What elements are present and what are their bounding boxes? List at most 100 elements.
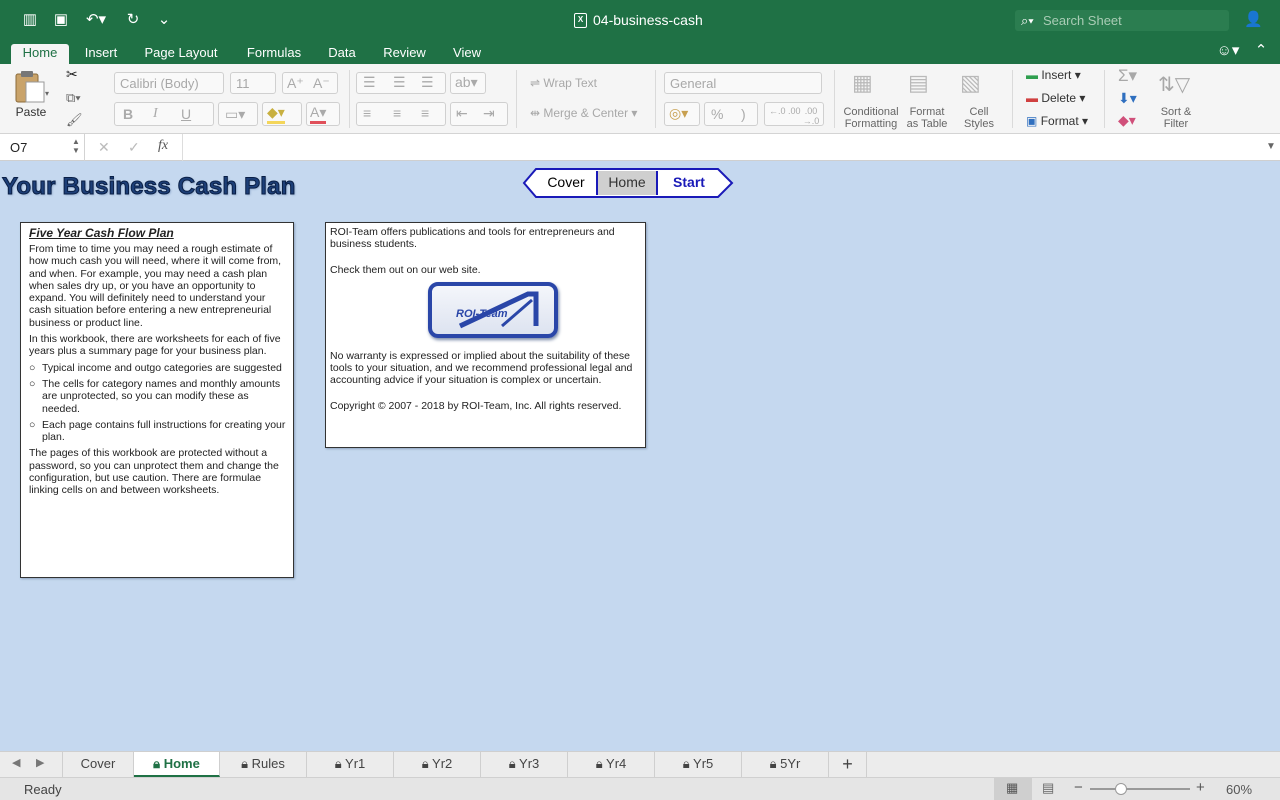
- clear-icon[interactable]: ◆▾: [1118, 112, 1136, 129]
- align-center-icon[interactable]: ≡: [393, 105, 401, 121]
- fill-color-swatch: [267, 121, 285, 124]
- copyright-text: Copyright © 2007 - 2018 by ROI-Team, Inc…: [330, 399, 622, 412]
- customize-toolbar-icon[interactable]: ⌄: [155, 11, 173, 29]
- percent-button[interactable]: %: [711, 106, 723, 122]
- font-size-select[interactable]: 11: [230, 72, 276, 94]
- orientation-button[interactable]: ab▾: [450, 72, 486, 94]
- tab-data[interactable]: Data: [322, 44, 362, 64]
- cancel-formula-icon[interactable]: ✕: [98, 139, 110, 156]
- paste-button[interactable]: ▾: [12, 70, 52, 104]
- nav-cover-button[interactable]: Cover: [536, 170, 596, 196]
- lock-icon: 🔒︎: [595, 756, 603, 771]
- insert-function-button[interactable]: fx: [158, 138, 168, 154]
- increase-decimal-icon[interactable]: ←.0 .00: [769, 106, 801, 116]
- sheet-tab-rules[interactable]: 🔒︎ Rules: [220, 752, 307, 777]
- sheet-tab-yr5[interactable]: 🔒︎ Yr5: [655, 752, 742, 777]
- cut-icon[interactable]: ✂: [66, 66, 78, 83]
- align-bottom-icon[interactable]: ☰: [421, 74, 434, 91]
- scroll-tabs-left-icon[interactable]: ◀: [12, 756, 20, 769]
- smiley-feedback-icon[interactable]: ☺▾: [1213, 42, 1243, 60]
- zoom-out-button[interactable]: −: [1074, 779, 1083, 796]
- decrease-indent-icon[interactable]: ⇤: [456, 105, 468, 122]
- italic-button[interactable]: I: [153, 106, 158, 122]
- tab-home[interactable]: Home: [11, 44, 69, 64]
- list-item-text: The cells for category names and monthly…: [42, 377, 281, 415]
- bold-button[interactable]: B: [123, 106, 133, 122]
- redo-icon[interactable]: ↻: [124, 11, 142, 29]
- font-color-button[interactable]: A▾: [306, 102, 340, 126]
- increase-indent-icon[interactable]: ⇥: [483, 105, 495, 122]
- tab-formulas[interactable]: Formulas: [240, 44, 308, 64]
- nav-start-button[interactable]: Start: [658, 170, 720, 196]
- zoom-in-button[interactable]: +: [1196, 779, 1205, 796]
- collapse-ribbon-icon[interactable]: ⌃: [1252, 42, 1270, 60]
- align-left-icon[interactable]: ≡: [363, 105, 371, 121]
- normal-view-button[interactable]: ▦: [994, 778, 1032, 800]
- confirm-formula-icon[interactable]: ✓: [128, 139, 140, 156]
- format-painter-icon[interactable]: 🖌: [66, 112, 83, 128]
- cell-styles-button[interactable]: Cell Styles: [956, 106, 1002, 130]
- tab-page-layout[interactable]: Page Layout: [137, 44, 225, 64]
- sheet-tab-yr3[interactable]: 🔒︎ Yr3: [481, 752, 568, 777]
- fill-icon[interactable]: ⬇▾: [1118, 90, 1137, 107]
- delete-button[interactable]: ▬ Delete ▾: [1026, 91, 1085, 105]
- panel-paragraph: Check them out on our web site.: [330, 263, 481, 276]
- undo-icon[interactable]: ↶▾: [83, 11, 109, 29]
- share-user-icon[interactable]: 👤: [1244, 11, 1263, 29]
- font-size-grow-shrink[interactable]: A⁺ A⁻: [282, 72, 338, 94]
- insert-button[interactable]: ▬ Insert ▾: [1026, 68, 1081, 82]
- search-icon: ⌕▾: [1021, 13, 1034, 28]
- zoom-level[interactable]: 60%: [1226, 782, 1252, 797]
- sheet-tab-5yr[interactable]: 🔒︎ 5Yr: [742, 752, 829, 777]
- font-name-select[interactable]: Calibri (Body): [114, 72, 224, 94]
- page-layout-view-icon[interactable]: ▤: [1042, 780, 1054, 796]
- name-box[interactable]: O7 ▲ ▼: [0, 134, 85, 161]
- wrap-text-button[interactable]: ⇌ Wrap Text: [530, 76, 597, 90]
- accounting-format-button[interactable]: ◎▾: [664, 102, 700, 126]
- align-right-icon[interactable]: ≡: [421, 105, 429, 121]
- increase-font-icon[interactable]: A⁺: [287, 75, 304, 92]
- format-as-table-button[interactable]: Format as Table: [904, 106, 950, 130]
- fill-color-button[interactable]: ◆▾: [262, 102, 302, 126]
- borders-button[interactable]: ▭▾: [218, 102, 258, 126]
- tab-review[interactable]: Review: [377, 44, 432, 64]
- sidebar-toggle-icon[interactable]: ▥: [21, 11, 39, 29]
- name-box-stepper-icon[interactable]: ▲ ▼: [72, 137, 80, 155]
- sheet-tab-yr1[interactable]: 🔒︎ Yr1: [307, 752, 394, 777]
- add-sheet-button[interactable]: +: [829, 752, 867, 777]
- conditional-formatting-button[interactable]: Conditional Formatting: [840, 106, 902, 130]
- roi-team-info-panel: ROI-Team offers publications and tools f…: [325, 222, 646, 448]
- lock-icon: 🔒︎: [153, 756, 161, 771]
- zoom-slider-track[interactable]: [1090, 788, 1190, 790]
- save-icon[interactable]: ▣: [52, 11, 70, 29]
- align-middle-icon[interactable]: ☰: [393, 74, 406, 91]
- sheet-tab-label: Home: [163, 756, 200, 771]
- align-top-icon[interactable]: ☰: [363, 74, 376, 91]
- number-format-select[interactable]: General: [664, 72, 822, 94]
- sheet-tab-home[interactable]: 🔒︎ Home: [134, 752, 220, 777]
- sort-filter-button[interactable]: Sort & Filter: [1154, 106, 1198, 130]
- copy-icon[interactable]: ⧉▾: [66, 90, 81, 106]
- merge-center-button[interactable]: ⇹ Merge & Center ▾: [530, 106, 637, 120]
- formula-input[interactable]: [190, 140, 1250, 156]
- underline-button[interactable]: U: [181, 106, 191, 122]
- expand-formula-bar-icon[interactable]: ▼: [1266, 141, 1276, 152]
- lock-icon: 🔒︎: [421, 756, 429, 771]
- worksheet-area[interactable]: Your Business Cash Plan Cover Home Start…: [0, 161, 1280, 751]
- decrease-decimal-icon[interactable]: .00 →.0: [799, 106, 823, 126]
- autosum-icon[interactable]: Σ▾: [1118, 66, 1137, 86]
- scroll-tabs-right-icon[interactable]: ▶: [36, 756, 44, 769]
- nav-home-button[interactable]: Home: [596, 171, 658, 195]
- roi-team-logo-link[interactable]: ROI-Team: [428, 281, 558, 338]
- font-style-group: B I U: [114, 102, 214, 126]
- comma-button[interactable]: ): [741, 106, 746, 122]
- search-sheet-input[interactable]: ⌕▾ Search Sheet: [1015, 10, 1229, 31]
- tab-view[interactable]: View: [447, 44, 487, 64]
- decrease-font-icon[interactable]: A⁻: [313, 75, 330, 92]
- zoom-slider-thumb[interactable]: [1115, 783, 1127, 795]
- sheet-tab-yr2[interactable]: 🔒︎ Yr2: [394, 752, 481, 777]
- sheet-tab-cover[interactable]: Cover: [62, 752, 134, 777]
- tab-insert[interactable]: Insert: [78, 44, 124, 64]
- format-button[interactable]: ▣ Format ▾: [1026, 114, 1088, 128]
- sheet-tab-yr4[interactable]: 🔒︎ Yr4: [568, 752, 655, 777]
